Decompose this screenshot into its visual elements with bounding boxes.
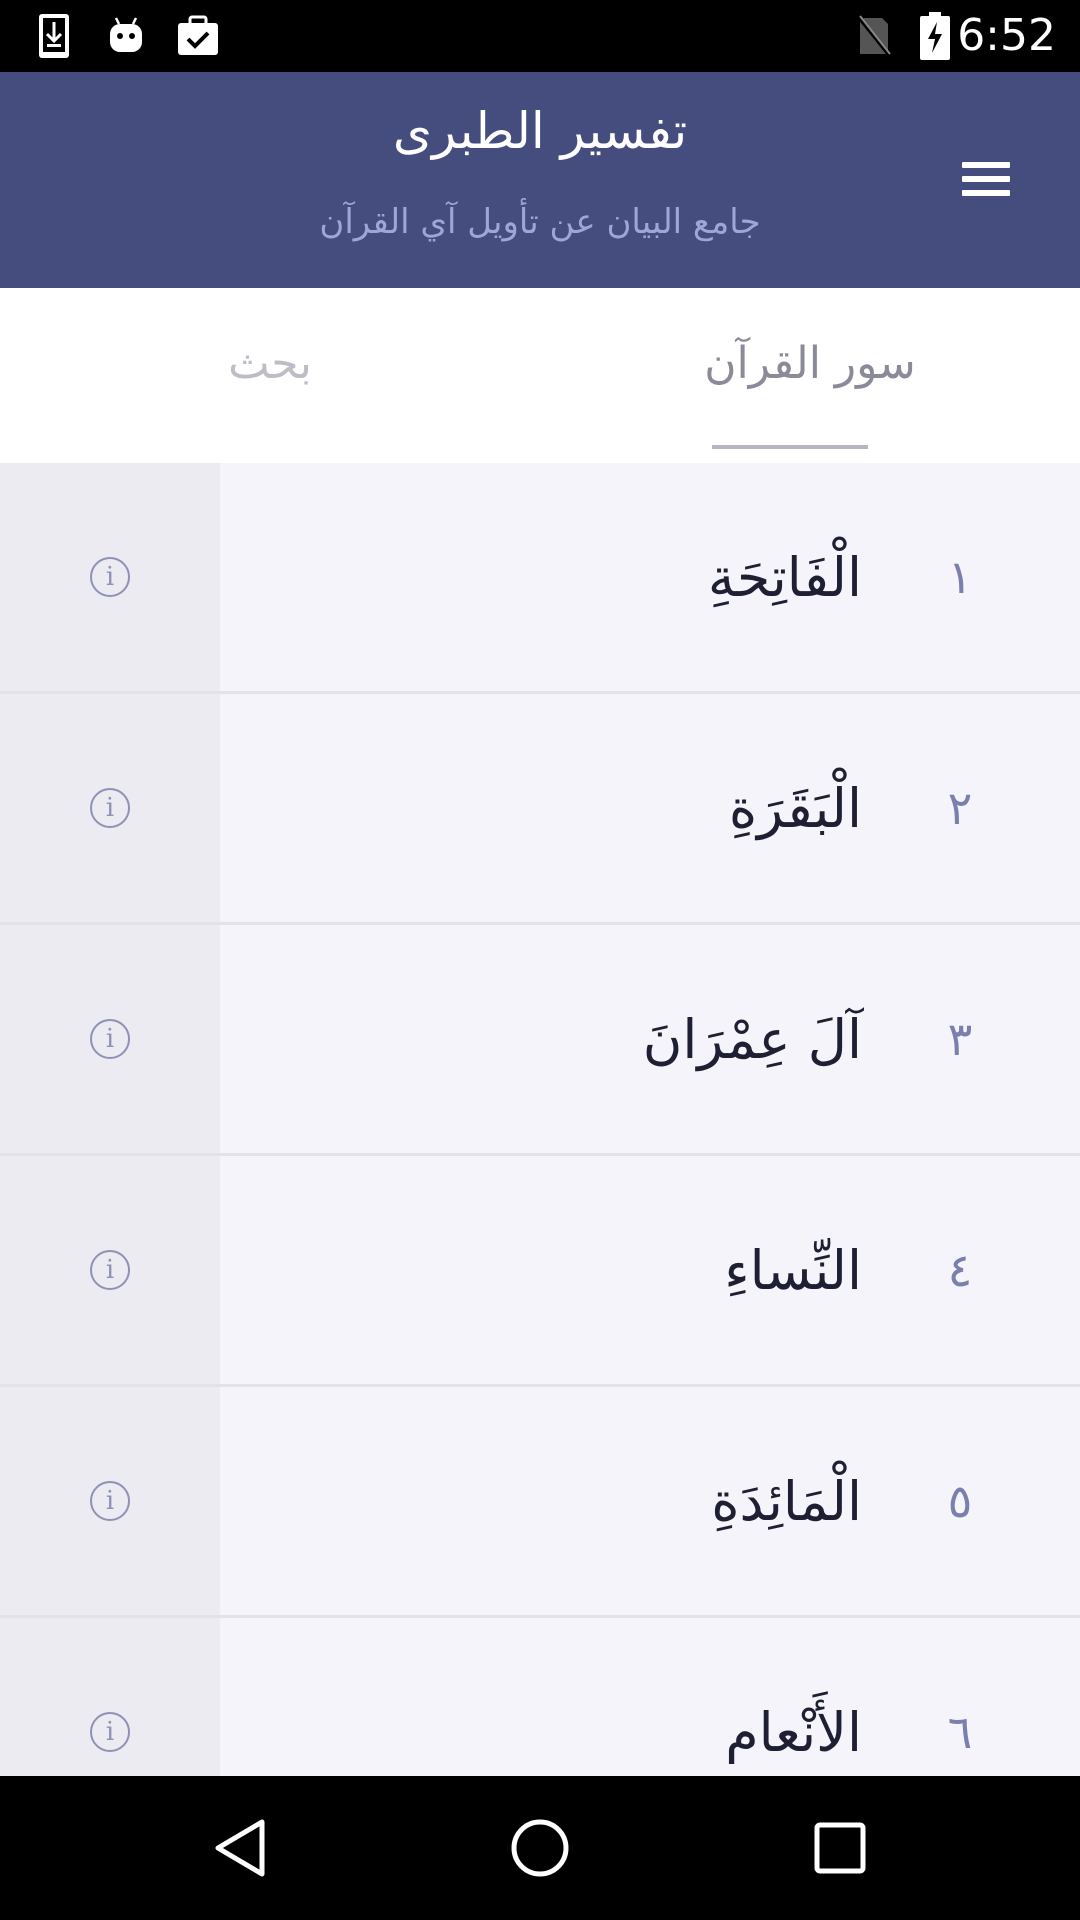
- sura-number: ٥: [947, 1474, 973, 1528]
- hamburger-menu-icon[interactable]: [962, 162, 1010, 202]
- list-item[interactable]: i الْمَائِدَةِ ٥: [0, 1387, 1080, 1618]
- tab-quran-suras-label: سور القرآن: [704, 338, 916, 389]
- list-item[interactable]: i الأَنْعام ٦: [0, 1618, 1080, 1776]
- info-button[interactable]: i: [0, 463, 220, 691]
- recents-icon[interactable]: [804, 1812, 876, 1884]
- battery-charging-icon: [920, 12, 950, 60]
- info-button[interactable]: i: [0, 1618, 220, 1776]
- sura-number: ٢: [947, 781, 973, 835]
- sura-name: الْبَقَرَةِ: [728, 776, 862, 840]
- sura-name: آلَ عِمْرَانَ: [642, 1007, 862, 1071]
- clipboard-check-icon: [176, 12, 220, 60]
- sura-name: الأَنْعام: [725, 1700, 862, 1764]
- home-icon[interactable]: [504, 1812, 576, 1884]
- status-bar: 6:52: [0, 0, 1080, 72]
- sura-name: الْفَاتِحَةِ: [707, 545, 862, 609]
- app-subtitle: جامع البيان عن تأويل آي القرآن: [319, 202, 761, 242]
- sura-number: ١: [947, 550, 973, 604]
- sura-number: ٣: [947, 1012, 973, 1066]
- info-button[interactable]: i: [0, 925, 220, 1153]
- tab-bar: سور القرآن بحث: [0, 288, 1080, 463]
- info-button[interactable]: i: [0, 694, 220, 922]
- download-icon: [36, 12, 72, 60]
- tab-search[interactable]: بحث: [0, 288, 540, 463]
- tab-search-label: بحث: [228, 338, 312, 389]
- info-icon: i: [90, 557, 130, 597]
- navigation-bar: [0, 1776, 1080, 1920]
- info-icon: i: [90, 1250, 130, 1290]
- list-item[interactable]: i النِّساءِ ٤: [0, 1156, 1080, 1387]
- android-icon: [106, 12, 146, 60]
- info-icon: i: [90, 1019, 130, 1059]
- app-title: تفسير الطبرى: [392, 102, 688, 160]
- info-button[interactable]: i: [0, 1156, 220, 1384]
- back-icon[interactable]: [204, 1812, 276, 1884]
- list-item[interactable]: i الْفَاتِحَةِ ١: [0, 463, 1080, 694]
- list-item[interactable]: i الْبَقَرَةِ ٢: [0, 694, 1080, 925]
- list-item[interactable]: i آلَ عِمْرَانَ ٣: [0, 925, 1080, 1156]
- sura-number: ٦: [947, 1705, 973, 1759]
- info-button[interactable]: i: [0, 1387, 220, 1615]
- sura-list: i الْفَاتِحَةِ ١ i الْبَقَرَةِ ٢ i آلَ ع…: [0, 463, 1080, 1776]
- info-icon: i: [90, 1481, 130, 1521]
- sura-name: النِّساءِ: [724, 1238, 862, 1302]
- tab-selected-indicator: [712, 445, 868, 449]
- info-icon: i: [90, 1712, 130, 1752]
- status-time: 6:52: [957, 10, 1056, 61]
- info-icon: i: [90, 788, 130, 828]
- tab-quran-suras[interactable]: سور القرآن: [540, 288, 1080, 463]
- no-sim-icon: [856, 12, 892, 60]
- sura-name: الْمَائِدَةِ: [711, 1469, 862, 1533]
- app-bar: تفسير الطبرى جامع البيان عن تأويل آي الق…: [0, 72, 1080, 288]
- sura-number: ٤: [947, 1243, 973, 1297]
